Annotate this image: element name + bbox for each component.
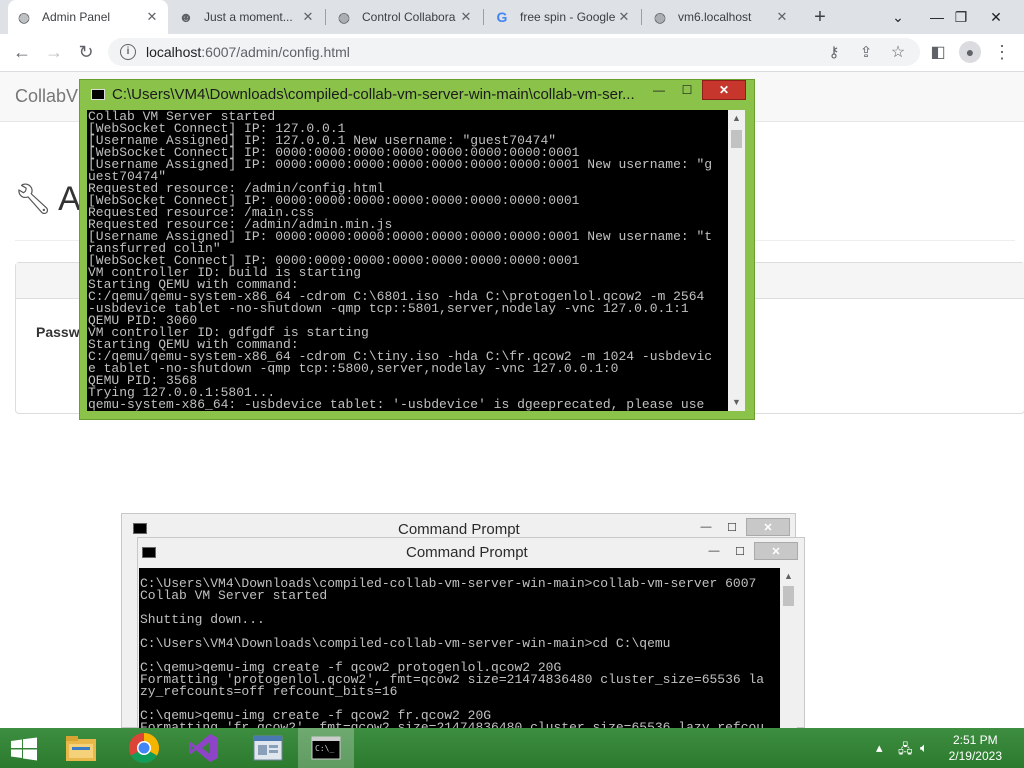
console-text: Collab VM Server started [WebSocket Conne… <box>87 110 728 411</box>
tab-free-spin-google[interactable]: G free spin - Google ✕ <box>486 0 640 34</box>
console-app-icon <box>91 89 105 100</box>
window-title: Command Prompt <box>398 521 520 538</box>
wrench-icon: 🔧︎ <box>14 183 53 216</box>
new-tab-button[interactable]: + <box>800 0 840 34</box>
restore-icon[interactable]: ❐ <box>944 0 978 34</box>
close-icon[interactable]: ✕ <box>702 80 746 100</box>
window-app-icon[interactable] <box>240 728 296 768</box>
maximize-icon[interactable]: ☐ <box>674 80 700 100</box>
maximize-icon[interactable]: ☐ <box>720 518 744 536</box>
svg-text:C:\_: C:\_ <box>315 744 334 753</box>
url-host: localhost <box>146 44 202 60</box>
tab-title: Just a moment... <box>204 10 293 24</box>
scrollbar-thumb[interactable] <box>783 586 794 606</box>
password-label: Passw <box>36 324 80 340</box>
tab-separator <box>325 9 326 25</box>
cmd-icon <box>133 523 147 534</box>
globe-icon: ◍ <box>17 9 31 25</box>
start-windows-icon[interactable] <box>10 737 38 761</box>
globe-icon: ◍ <box>337 9 351 25</box>
menu-kebab-icon[interactable]: ⋮ <box>988 38 1016 66</box>
window-titlebar[interactable]: C:\Users\VM4\Downloads\compiled-collab-v… <box>80 80 754 110</box>
reload-icon[interactable]: ↻ <box>72 38 100 66</box>
console-text: C:\Users\VM4\Downloads\compiled-collab-v… <box>139 568 780 728</box>
tab-title: vm6.localhost <box>678 10 752 24</box>
clock-date: 2/19/2023 <box>948 749 1002 763</box>
console-line: Shutting down... <box>140 612 265 627</box>
key-icon[interactable]: ⚷ <box>820 38 848 66</box>
cmd-icon[interactable]: C:\_ <box>298 728 354 768</box>
window-title: C:\Users\VM4\Downloads\compiled-collab-v… <box>112 86 635 103</box>
tab-admin-panel[interactable]: ◍ Admin Panel ✕ <box>8 0 168 34</box>
console-scrollbar[interactable]: ▲ <box>780 568 797 728</box>
tab-search-chevron-icon[interactable]: ⌄ <box>878 0 918 34</box>
server-console-output[interactable]: Collab VM Server started [WebSocket Conne… <box>87 110 728 411</box>
site-info-icon[interactable]: i <box>120 44 136 60</box>
command-prompt-output[interactable]: C:\Users\VM4\Downloads\compiled-collab-v… <box>139 568 780 728</box>
console-line: [Username Assigned] IP: 0000:0000:0000:0… <box>88 157 713 172</box>
tab-separator <box>641 9 642 25</box>
globe-icon: ◍ <box>653 9 667 25</box>
tab-title: Admin Panel <box>42 10 111 24</box>
tab-title: Control Collabora <box>362 10 456 24</box>
site-brand[interactable]: CollabV <box>15 86 78 107</box>
star-icon[interactable]: ☆ <box>884 38 912 66</box>
close-icon[interactable]: ✕ <box>458 9 474 25</box>
visual-studio-icon[interactable] <box>180 728 228 768</box>
tab-vm6-localhost[interactable]: ◍ vm6.localhost ✕ <box>644 0 798 34</box>
close-icon[interactable]: ✕ <box>300 9 316 25</box>
scroll-up-icon[interactable]: ▲ <box>780 568 797 585</box>
cmd-icon <box>142 547 156 558</box>
system-clock[interactable]: 2:51 PM 2/19/2023 <box>949 732 1002 764</box>
minimize-icon[interactable]: — <box>646 80 672 100</box>
console-line: C:\Users\VM4\Downloads\compiled-collab-v… <box>140 636 671 651</box>
address-bar[interactable]: i localhost:6007/admin/config.html <box>108 38 920 66</box>
minimize-icon[interactable]: — <box>702 542 726 560</box>
scroll-down-icon[interactable]: ▼ <box>728 394 745 411</box>
tab-control-collabora[interactable]: ◍ Control Collabora ✕ <box>328 0 482 34</box>
url-text: localhost:6007/admin/config.html <box>146 44 350 60</box>
console-line: Collab VM Server started <box>140 588 328 603</box>
volume-icon[interactable]: 🔈︎ <box>920 740 928 756</box>
show-hidden-icons-icon[interactable]: ▴ <box>876 740 883 756</box>
window-title: Command Prompt <box>406 544 528 561</box>
close-icon[interactable]: ✕ <box>616 9 632 25</box>
side-panel-icon[interactable]: ◧ <box>924 38 952 66</box>
google-icon: G <box>496 9 508 25</box>
back-arrow-icon[interactable]: ← <box>8 38 36 66</box>
console-line: qemu-system-x86_64: -usbdevice tablet: '… <box>88 397 705 411</box>
close-icon[interactable]: ✕ <box>746 518 790 536</box>
profile-avatar-icon[interactable]: ● <box>956 38 984 66</box>
close-icon[interactable]: ✕ <box>144 9 160 25</box>
tab-separator <box>483 9 484 25</box>
clock-time: 2:51 PM <box>952 733 998 747</box>
window-close-icon[interactable]: ✕ <box>976 0 1016 34</box>
console-scrollbar[interactable]: ▲ ▼ <box>728 110 745 411</box>
close-icon[interactable]: ✕ <box>754 542 798 560</box>
console-line: zy_refcounts=off refcount_bits=16 <box>140 684 398 699</box>
tab-just-a-moment[interactable]: ☻ Just a moment... ✕ <box>170 0 324 34</box>
maximize-icon[interactable]: ☐ <box>728 542 752 560</box>
network-icon[interactable]: 🖧︎ <box>898 740 913 762</box>
scroll-up-icon[interactable]: ▲ <box>728 110 745 127</box>
url-path: :6007/admin/config.html <box>201 44 350 60</box>
forward-arrow-icon[interactable]: → <box>40 38 68 66</box>
file-explorer-icon[interactable] <box>57 728 105 768</box>
tab-title: free spin - Google <box>520 10 616 24</box>
minimize-icon[interactable]: — <box>694 518 718 536</box>
close-icon[interactable]: ✕ <box>774 9 790 25</box>
chrome-icon[interactable] <box>120 728 168 768</box>
loading-icon: ☻ <box>178 9 194 25</box>
scrollbar-thumb[interactable] <box>731 130 742 148</box>
share-icon[interactable]: ⇪ <box>852 38 880 66</box>
